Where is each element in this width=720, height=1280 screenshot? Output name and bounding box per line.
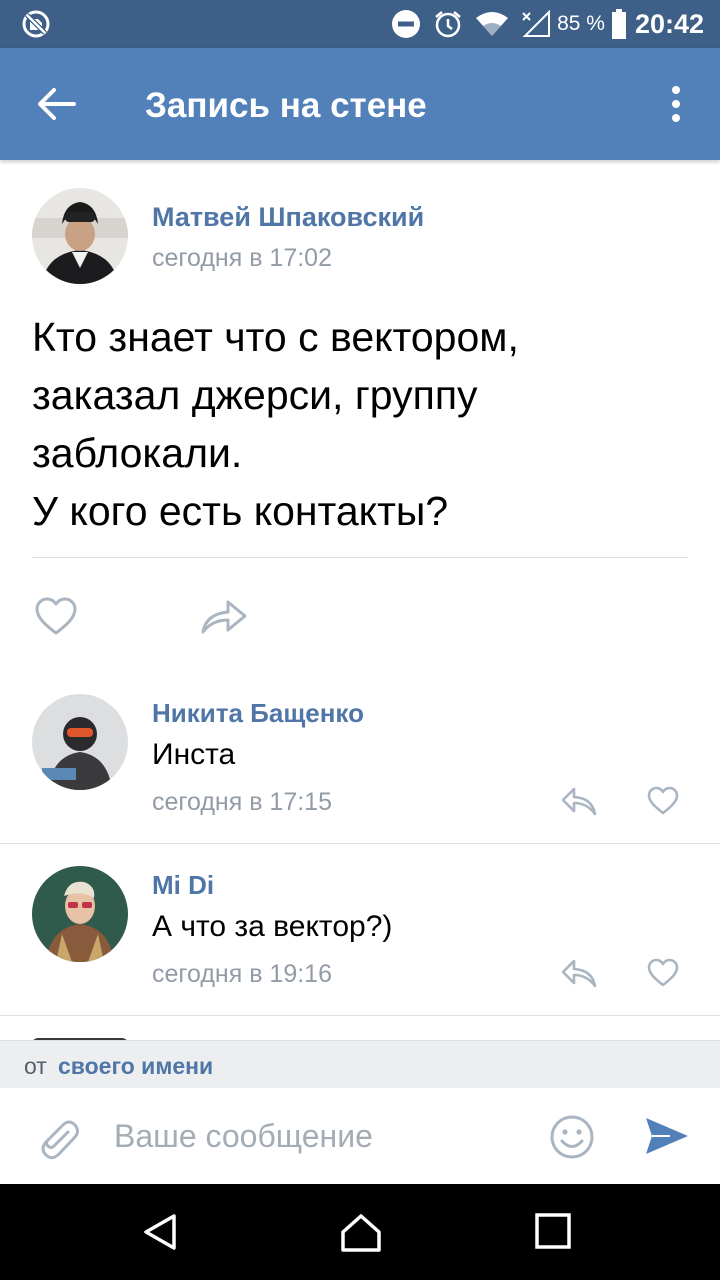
post-text-line: заказал джерси, группу [32, 372, 478, 418]
message-composer [0, 1088, 720, 1184]
clock: 20:42 [634, 8, 704, 39]
system-nav-bar [0, 1184, 720, 1280]
post-text-line: У кого есть контакты? [32, 488, 449, 534]
post-text-line: Кто знает что с вектором, [32, 314, 519, 360]
back-arrow-icon[interactable] [30, 82, 82, 126]
post-header: Матвей Шпаковский сегодня в 17:02 [32, 188, 688, 286]
status-bar: 85 % 20:42 [0, 0, 720, 48]
message-input[interactable] [114, 1110, 524, 1162]
nav-home-icon[interactable] [340, 1212, 382, 1254]
send-icon[interactable] [644, 1114, 690, 1158]
comment-author[interactable]: Mi Di [152, 870, 214, 901]
comment-timestamp: сегодня в 17:15 [152, 788, 332, 816]
comment-avatar[interactable] [32, 694, 128, 790]
comment-divider [0, 1015, 720, 1016]
wifi-icon [476, 12, 509, 36]
from-identity-link[interactable]: своего имени [58, 1053, 213, 1080]
alarm-icon [435, 11, 461, 38]
comment-timestamp: сегодня в 19:16 [152, 960, 332, 988]
emoji-icon[interactable] [549, 1114, 595, 1160]
comment-avatar[interactable] [32, 866, 128, 962]
like-heart-icon[interactable] [34, 596, 78, 636]
comment-item: Mi Di А что за вектор?) сегодня в 19:16 [0, 844, 720, 1016]
from-prefix: от [24, 1053, 47, 1079]
battery-icon [611, 9, 626, 39]
more-vertical-icon[interactable] [662, 84, 690, 124]
post-author-avatar[interactable] [32, 188, 128, 284]
app-header: Запись на стене [0, 48, 720, 160]
post-divider [32, 557, 688, 558]
comment-like-icon[interactable] [647, 958, 679, 988]
share-icon[interactable] [200, 596, 248, 636]
page-title: Запись на стене [145, 86, 427, 125]
dnd-icon [392, 10, 421, 38]
nav-recents-icon[interactable] [534, 1212, 572, 1250]
post-text: Кто знает что с вектором, заказал джерси… [32, 308, 688, 540]
no-sim-icon [22, 10, 50, 38]
signal-off-icon [522, 10, 551, 37]
comment-text: А что за вектор?) [152, 910, 393, 943]
post-timestamp: сегодня в 17:02 [152, 244, 332, 272]
nav-back-icon[interactable] [140, 1212, 180, 1252]
post-author-name[interactable]: Матвей Шпаковский [152, 202, 424, 233]
reply-icon[interactable] [560, 956, 598, 990]
comment-author[interactable]: Никита Бащенко [152, 698, 364, 729]
reply-icon[interactable] [560, 784, 598, 818]
status-icons: 85 % 20:42 [379, 0, 704, 48]
comment-item: Никита Бащенко Инста сегодня в 17:15 [0, 672, 720, 844]
comment-text: Инста [152, 738, 236, 771]
comment-like-icon[interactable] [647, 786, 679, 816]
battery-text: 85 % [557, 12, 605, 35]
from-identity-bar: от своего имени [0, 1040, 720, 1088]
paperclip-icon[interactable] [34, 1112, 80, 1162]
post-text-line: заблокали. [32, 430, 243, 476]
